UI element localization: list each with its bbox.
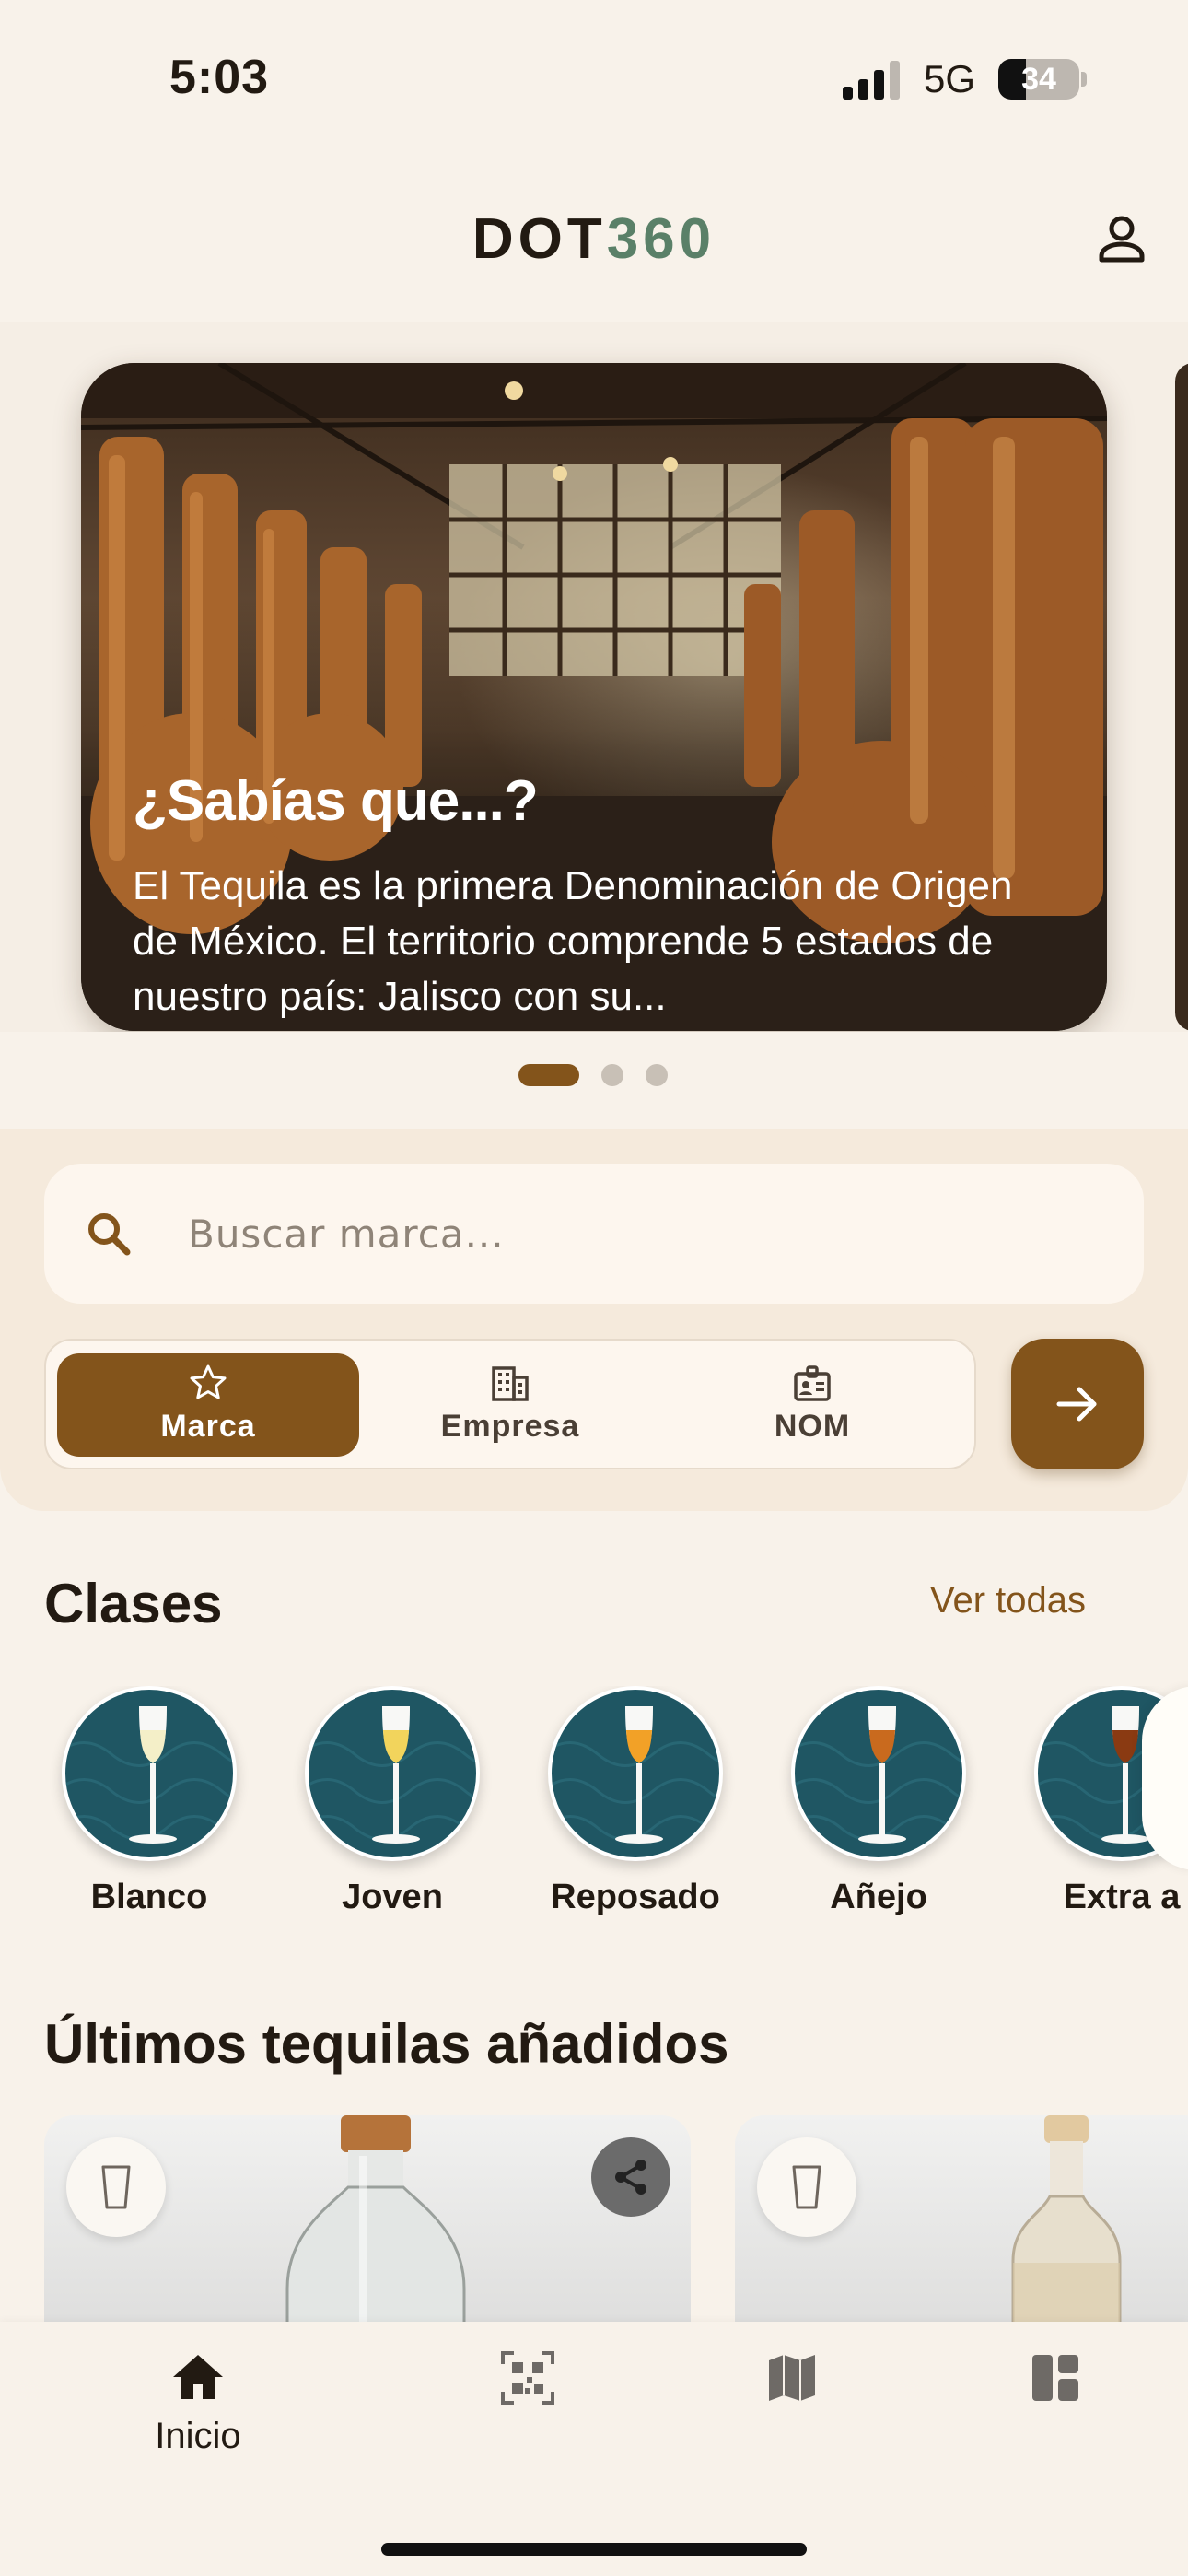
bottle-image bbox=[285, 2115, 466, 2323]
share-button[interactable] bbox=[591, 2137, 670, 2217]
building-icon bbox=[492, 1366, 529, 1401]
slide-text: El Tequila es la primera Denominación de… bbox=[133, 863, 1013, 1019]
search-panel: Marca Empresa bbox=[0, 1129, 1188, 1511]
class-circle bbox=[305, 1686, 480, 1861]
star-outline-icon bbox=[190, 1364, 227, 1399]
pagination-dot[interactable] bbox=[601, 1064, 623, 1086]
search-icon bbox=[88, 1213, 131, 1256]
app-header: DOT360 bbox=[0, 157, 1188, 322]
class-label: Añejo bbox=[830, 1878, 927, 1916]
search-go-button[interactable] bbox=[1011, 1339, 1144, 1469]
nav-dashboard[interactable] bbox=[954, 2349, 1157, 2406]
home-icon bbox=[173, 2355, 223, 2399]
home-indicator bbox=[381, 2543, 807, 2556]
pagination-dot-active[interactable] bbox=[518, 1064, 579, 1086]
filter-marca[interactable]: Marca bbox=[57, 1353, 359, 1457]
class-item-blanco[interactable]: Blanco bbox=[43, 1686, 255, 1917]
latest-title: Últimos tequilas añadidos bbox=[44, 2013, 729, 2075]
latest-tequilas-list bbox=[0, 2115, 1188, 2323]
taste-button[interactable] bbox=[757, 2137, 856, 2237]
classes-title: Clases bbox=[44, 1573, 223, 1634]
filter-nom-label: NOM bbox=[774, 1409, 851, 1444]
search-input[interactable] bbox=[188, 1197, 1090, 1270]
shot-glass-icon bbox=[792, 2165, 821, 2209]
share-icon bbox=[615, 2160, 646, 2195]
class-circle bbox=[548, 1686, 723, 1861]
cellular-signal-icon bbox=[843, 61, 900, 100]
bottle-image bbox=[1011, 2115, 1122, 2323]
glass-icon bbox=[65, 1706, 233, 1844]
logo-text-360: 360 bbox=[606, 207, 716, 271]
carousel-slide[interactable]: ¿Sabías que...? El Tequila es la primera… bbox=[81, 363, 1107, 1031]
glass-icon bbox=[309, 1706, 476, 1844]
status-bar: 5:03 5G 34 bbox=[0, 0, 1188, 157]
filter-empresa-label: Empresa bbox=[440, 1409, 580, 1444]
battery-icon: 34 bbox=[998, 59, 1079, 100]
id-badge-icon bbox=[794, 1365, 831, 1401]
filter-marca-label: Marca bbox=[160, 1409, 256, 1444]
dashboard-icon bbox=[1032, 2355, 1078, 2401]
tequila-card[interactable] bbox=[735, 2115, 1188, 2323]
class-item-anejo[interactable]: Añejo bbox=[773, 1686, 984, 1917]
class-circle bbox=[791, 1686, 966, 1861]
map-icon bbox=[769, 2355, 815, 2401]
battery-cap bbox=[1081, 72, 1087, 87]
class-item-reposado[interactable]: Reposado bbox=[530, 1686, 741, 1917]
class-label: Joven bbox=[342, 1878, 443, 1916]
pagination-dot[interactable] bbox=[646, 1064, 668, 1086]
scroll-fade bbox=[1142, 1686, 1188, 1870]
class-label: Blanco bbox=[90, 1878, 208, 1916]
status-time: 5:03 bbox=[169, 51, 270, 104]
slide-title: ¿Sabías que...? bbox=[133, 769, 539, 833]
search-box[interactable] bbox=[44, 1164, 1144, 1304]
nav-inicio[interactable]: Inicio bbox=[97, 2349, 299, 2457]
logo-text-dot: DOT bbox=[472, 207, 607, 271]
profile-icon[interactable] bbox=[1092, 210, 1151, 269]
arrow-right-icon bbox=[1056, 1387, 1097, 1422]
filter-empresa[interactable]: Empresa bbox=[359, 1353, 661, 1457]
tequila-card[interactable] bbox=[44, 2115, 691, 2323]
battery-percent: 34 bbox=[1021, 62, 1056, 97]
news-carousel[interactable]: ¿Sabías que...? El Tequila es la primera… bbox=[0, 322, 1188, 1032]
nav-map[interactable] bbox=[691, 2349, 893, 2406]
qr-scan-icon bbox=[501, 2351, 554, 2405]
class-circle bbox=[62, 1686, 237, 1861]
classes-list: Blanco Joven Reposado Añejo Extra a bbox=[0, 1686, 1188, 1953]
network-type: 5G bbox=[924, 57, 976, 100]
nav-inicio-label: Inicio bbox=[155, 2416, 241, 2456]
app-logo: DOT360 bbox=[0, 206, 1188, 272]
taste-button[interactable] bbox=[66, 2137, 166, 2237]
glass-icon bbox=[552, 1706, 719, 1844]
class-label: Extra a bbox=[1063, 1878, 1181, 1916]
see-all-link[interactable]: Ver todas bbox=[930, 1580, 1086, 1622]
class-item-joven[interactable]: Joven bbox=[286, 1686, 498, 1917]
bottom-navigation: Inicio bbox=[0, 2322, 1188, 2576]
shot-glass-icon bbox=[101, 2165, 131, 2209]
glass-icon bbox=[795, 1706, 962, 1844]
class-label: Reposado bbox=[551, 1878, 720, 1916]
next-slide-peek[interactable] bbox=[1175, 363, 1188, 1031]
filter-nom[interactable]: NOM bbox=[661, 1353, 963, 1457]
nav-scan[interactable] bbox=[426, 2349, 629, 2406]
carousel-pagination bbox=[0, 1032, 1188, 1129]
search-filter-segmented: Marca Empresa NOM bbox=[44, 1339, 976, 1469]
